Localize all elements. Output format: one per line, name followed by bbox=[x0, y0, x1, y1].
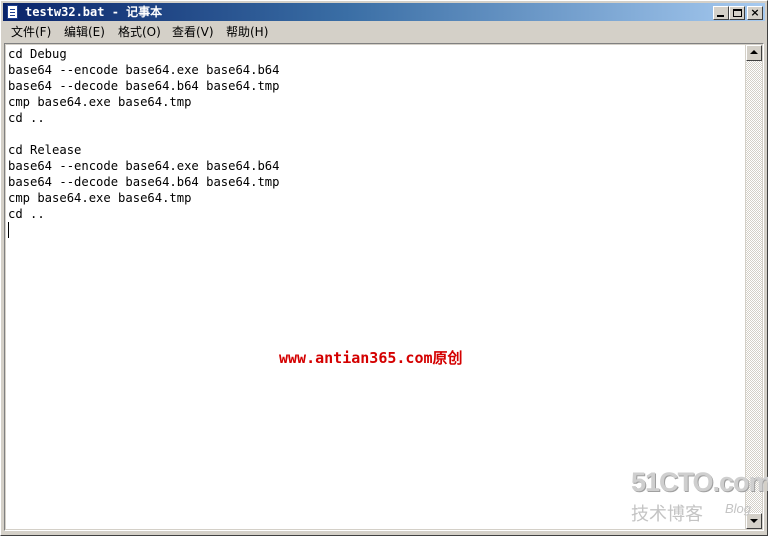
site-logo: 51CTO.com 技术博客 Blog bbox=[629, 467, 768, 527]
close-button[interactable]: × bbox=[747, 6, 763, 20]
close-icon: × bbox=[750, 6, 760, 19]
notepad-icon[interactable] bbox=[7, 5, 18, 19]
logo-blog-text: Blog bbox=[725, 501, 752, 516]
menu-bar: 文件(F) 编辑(E) 格式(O) 查看(V) 帮助(H) bbox=[3, 22, 765, 42]
menu-file[interactable]: 文件(F) bbox=[11, 24, 51, 40]
window-title: testw32.bat - 记事本 bbox=[25, 5, 163, 19]
text-editor[interactable]: cd Debug base64 --encode base64.exe base… bbox=[6, 45, 745, 529]
maximize-icon bbox=[733, 9, 742, 17]
menu-view[interactable]: 查看(V) bbox=[172, 24, 214, 40]
editor-content[interactable]: cd Debug base64 --encode base64.exe base… bbox=[8, 46, 280, 222]
maximize-button[interactable] bbox=[729, 6, 745, 20]
vertical-scrollbar[interactable] bbox=[746, 45, 762, 529]
arrow-up-icon bbox=[750, 50, 758, 54]
logo-main-text: 51CTO.com bbox=[631, 467, 768, 497]
watermark-text: www.antian365.com原创 bbox=[279, 349, 463, 367]
menu-edit[interactable]: 编辑(E) bbox=[64, 24, 105, 40]
menu-help[interactable]: 帮助(H) bbox=[226, 24, 268, 40]
title-bar[interactable]: testw32.bat - 记事本 × bbox=[3, 3, 765, 21]
menu-format[interactable]: 格式(O) bbox=[118, 24, 161, 40]
text-caret bbox=[8, 222, 9, 238]
minimize-button[interactable] bbox=[713, 6, 729, 20]
scroll-up-button[interactable] bbox=[746, 45, 762, 61]
logo-sub-text: 技术博客 bbox=[631, 504, 703, 525]
minimize-icon bbox=[717, 15, 724, 17]
notepad-window: testw32.bat - 记事本 × 文件(F) 编辑(E) 格式(O) 查看… bbox=[0, 0, 768, 536]
